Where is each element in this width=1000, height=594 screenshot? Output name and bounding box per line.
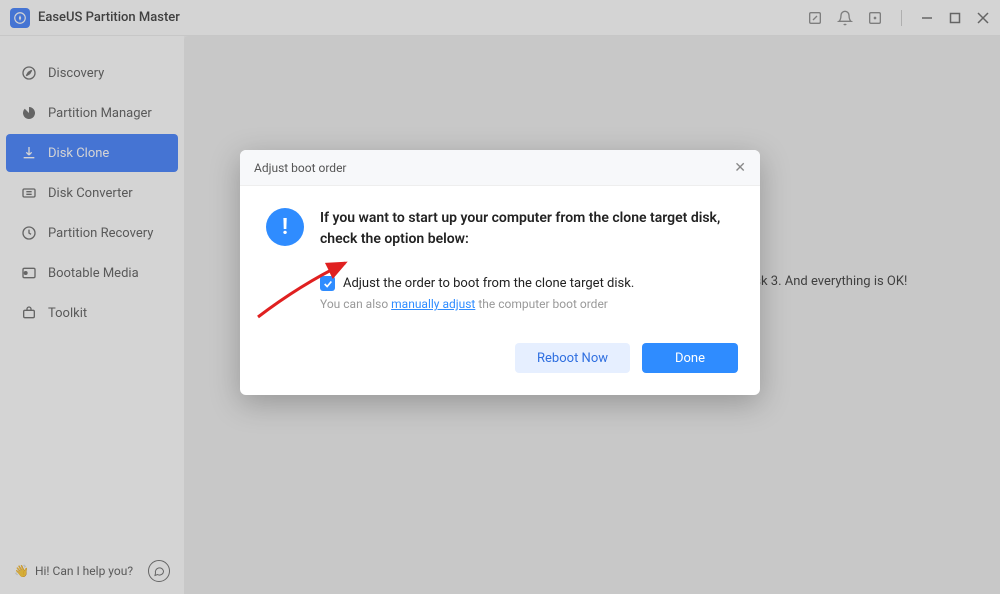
dialog-headline: If you want to start up your computer fr…: [320, 208, 734, 250]
info-icon: !: [266, 208, 304, 246]
done-button[interactable]: Done: [642, 343, 738, 373]
dialog-title: Adjust boot order: [254, 161, 347, 175]
close-icon[interactable]: ✕: [734, 160, 746, 176]
helper-text: You can also manually adjust the compute…: [320, 297, 734, 311]
reboot-now-button[interactable]: Reboot Now: [515, 343, 630, 373]
adjust-boot-order-dialog: Adjust boot order ✕ ! If you want to sta…: [240, 150, 760, 395]
adjust-boot-order-checkbox[interactable]: [320, 276, 335, 291]
checkbox-label: Adjust the order to boot from the clone …: [343, 276, 634, 291]
dialog-header: Adjust boot order ✕: [240, 150, 760, 186]
manually-adjust-link[interactable]: manually adjust: [391, 297, 475, 311]
